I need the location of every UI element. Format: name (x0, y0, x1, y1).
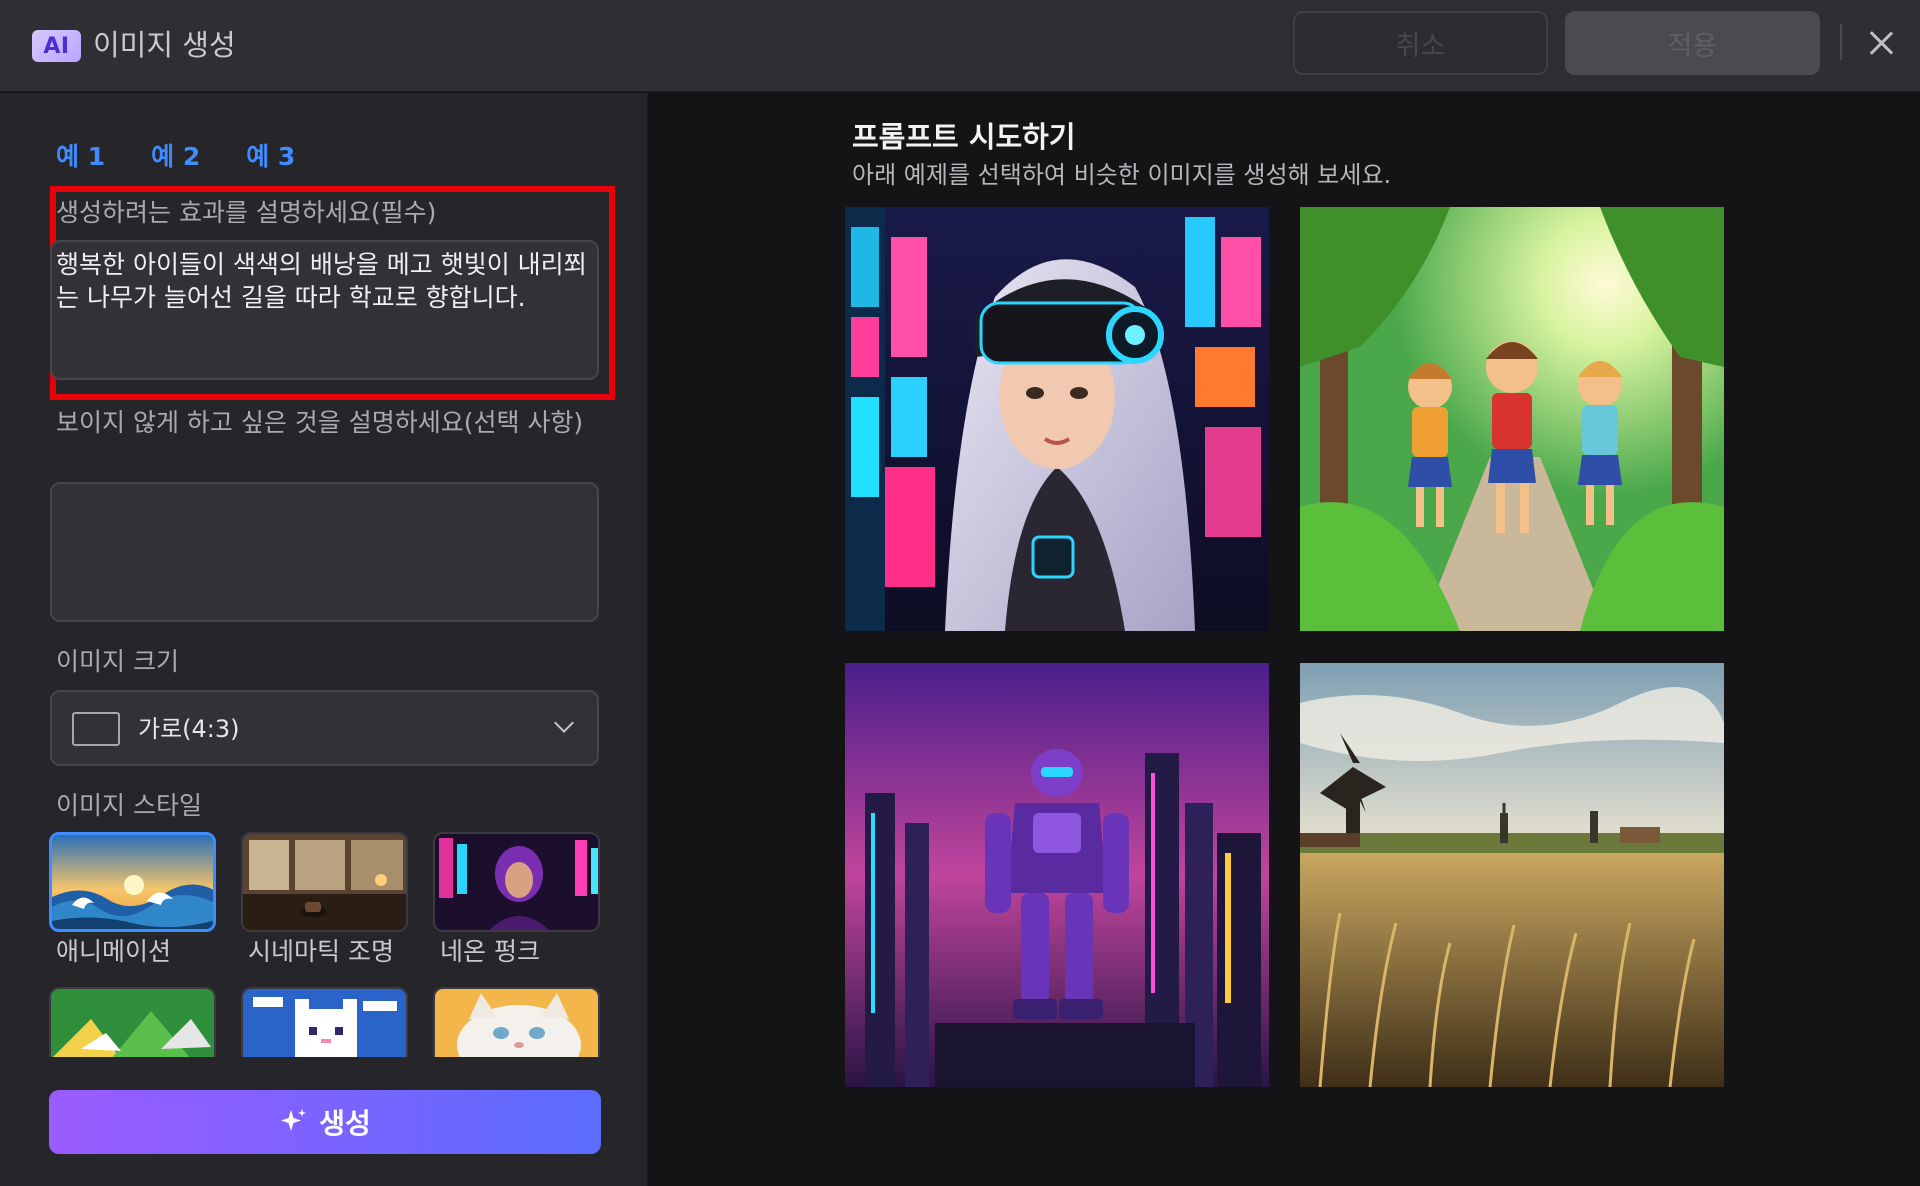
generate-button[interactable]: 생성 (49, 1090, 601, 1154)
chevron-down-icon (554, 713, 574, 733)
settings-panel: 예 1 예 2 예 3 생성하려는 효과를 설명하세요(필수) 행복한 아이들이… (0, 93, 648, 1186)
generate-label: 생성 (319, 1107, 371, 1140)
example-image-vr-girl[interactable] (845, 207, 1269, 631)
style-card-cinematic[interactable] (241, 832, 408, 932)
style-label-animation: 애니메이션 (56, 937, 172, 966)
example-tab-3[interactable]: 예 3 (246, 137, 295, 173)
cancel-button[interactable]: 취소 (1293, 11, 1548, 75)
image-size-value: 가로(4:3) (138, 715, 240, 743)
window-title: 이미지 생성 (93, 28, 236, 62)
neon-punk-thumbnail (435, 834, 598, 930)
style-card-realistic-cat[interactable] (433, 987, 600, 1057)
pixel-art-thumbnail (243, 989, 406, 1057)
title-bar: AI 이미지 생성 취소 적용 (0, 0, 1920, 92)
style-label-neon-punk: 네온 펑크 (440, 937, 540, 966)
apply-button[interactable]: 적용 (1565, 11, 1820, 75)
style-card-origami[interactable] (49, 987, 216, 1057)
prompt-label: 생성하려는 효과를 설명하세요(필수) (56, 198, 437, 227)
example-image-school-kids[interactable] (1300, 207, 1724, 631)
negative-prompt-input[interactable] (50, 482, 599, 622)
example-tab-2[interactable]: 예 2 (151, 137, 200, 173)
example-tabs: 예 1 예 2 예 3 (56, 137, 295, 173)
style-card-pixel-art[interactable] (241, 987, 408, 1057)
image-size-label: 이미지 크기 (56, 647, 179, 676)
aspect-ratio-icon (72, 712, 120, 746)
cinematic-thumbnail (243, 834, 406, 930)
style-card-neon-punk[interactable] (433, 832, 600, 932)
style-card-animation[interactable] (49, 832, 216, 932)
animation-thumbnail (52, 835, 213, 929)
style-label-cinematic: 시네마틱 조명 (248, 937, 394, 966)
prompt-input[interactable]: 행복한 아이들이 색색의 배낭을 메고 햇빛이 내리쬐는 나무가 늘어선 길을 … (50, 240, 599, 380)
example-image-windmill-field[interactable] (1300, 663, 1724, 1087)
example-tab-1[interactable]: 예 1 (56, 137, 105, 173)
sparkle-icon (281, 1109, 307, 1131)
ai-logo-icon: AI (32, 30, 81, 62)
realistic-cat-thumbnail (435, 989, 598, 1057)
example-image-robot-city[interactable] (845, 663, 1269, 1087)
try-prompt-title: 프롬프트 시도하기 (852, 120, 1076, 154)
try-prompt-subtitle: 아래 예제를 선택하여 비슷한 이미지를 생성해 보세요. (852, 161, 1392, 189)
toolbar-divider (1840, 24, 1842, 60)
negative-prompt-label: 보이지 않게 하고 싶은 것을 설명하세요(선택 사항) (56, 408, 584, 437)
image-style-label: 이미지 스타일 (56, 791, 202, 820)
image-size-select[interactable]: 가로(4:3) (50, 690, 599, 766)
origami-thumbnail (51, 989, 214, 1057)
close-icon[interactable] (1866, 28, 1896, 58)
